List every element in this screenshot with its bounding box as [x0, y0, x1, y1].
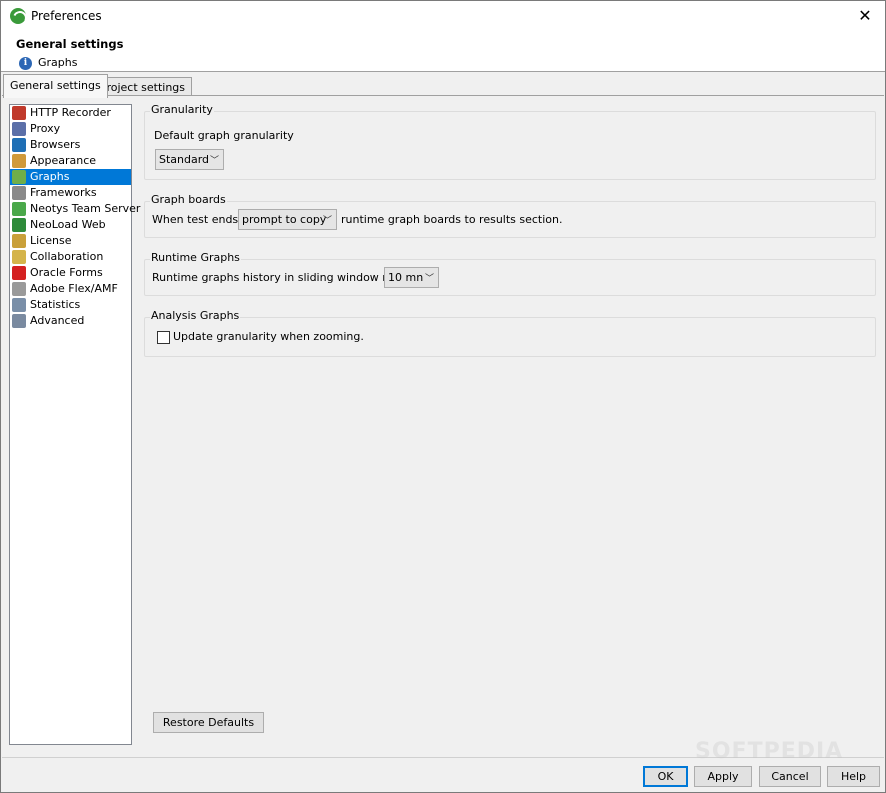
preferences-window: Preferences ✕ General settings i Graphs … — [0, 0, 886, 793]
sidebar-item-label: Frameworks — [30, 186, 97, 199]
header-title: General settings — [16, 37, 124, 51]
tab-general-settings[interactable]: General settings — [3, 74, 108, 98]
graph-boards-title: Graph boards — [150, 193, 227, 206]
neoload-app-icon — [10, 8, 26, 24]
sidebar-item-label: Advanced — [30, 314, 85, 327]
analysis-graphs-title: Analysis Graphs — [150, 309, 241, 322]
granularity-value: Standard — [159, 153, 210, 166]
sidebar-item-statistics[interactable]: Statistics — [10, 297, 131, 313]
preferences-category-list: HTTP Recorder Proxy Browsers Appearance Grap… — [9, 104, 140, 745]
ok-button[interactable]: OK — [643, 766, 688, 787]
header-subtitle: Graphs — [38, 56, 78, 69]
granularity-label: Default graph granularity — [154, 129, 294, 142]
sidebar-item-oracle-forms[interactable]: Oracle Forms — [10, 265, 131, 281]
sidebar-item-label: Graphs — [30, 170, 70, 183]
sidebar-item-browsers[interactable]: Browsers — [10, 137, 131, 153]
sidebar-item-label: Statistics — [30, 298, 81, 311]
neotys-icon — [12, 202, 26, 216]
sidebar-item-label: Neotys Team Server — [30, 202, 141, 215]
apply-button[interactable]: Apply — [694, 766, 752, 787]
flex-icon — [12, 282, 26, 296]
update-granularity-checkbox[interactable] — [157, 331, 170, 344]
graph-boards-label-after: runtime graph boards to results section. — [341, 213, 563, 226]
settings-header: General settings i Graphs — [1, 32, 885, 72]
runtime-graphs-value: 10 mn — [388, 271, 424, 284]
sidebar-item-frameworks[interactable]: Frameworks — [10, 185, 131, 201]
sidebar-item-http-recorder[interactable]: HTTP Recorder — [10, 105, 131, 121]
help-button[interactable]: Help — [827, 766, 880, 787]
proxy-icon — [12, 122, 26, 136]
sidebar-item-label: HTTP Recorder — [30, 106, 111, 119]
granularity-title: Granularity — [150, 103, 214, 116]
graph-boards-label-before: When test ends, — [152, 213, 242, 226]
gears-icon — [12, 186, 26, 200]
sidebar-item-label: Collaboration — [30, 250, 104, 263]
sidebar-item-collaboration[interactable]: Collaboration — [10, 249, 131, 265]
softpedia-watermark: SOFTPEDIA — [695, 739, 844, 764]
sidebar-item-proxy[interactable]: Proxy — [10, 121, 131, 137]
analysis-graphs-group: Analysis Graphs Update granularity when … — [144, 309, 876, 357]
sidebar-item-license[interactable]: License — [10, 233, 131, 249]
update-granularity-label: Update granularity when zooming. — [173, 330, 364, 343]
chevron-down-icon: ﹀ — [322, 216, 332, 226]
close-button[interactable]: ✕ — [853, 5, 877, 27]
sidebar-item-advanced[interactable]: Advanced — [10, 313, 131, 329]
sidebar-item-adobe-flex-amf[interactable]: Adobe Flex/AMF — [10, 281, 131, 297]
granularity-group: Granularity Default graph granularity St… — [144, 103, 876, 180]
runtime-graphs-dropdown[interactable]: 10 mn ﹀ — [384, 267, 439, 288]
graph-boards-dropdown[interactable]: prompt to copy ﹀ — [238, 209, 337, 230]
sidebar-item-label: Adobe Flex/AMF — [30, 282, 118, 295]
title-bar: Preferences ✕ — [1, 1, 885, 32]
neoload-web-icon — [12, 218, 26, 232]
info-icon: i — [19, 57, 32, 70]
sidebar-item-label: Oracle Forms — [30, 266, 103, 279]
tab-panel — [2, 95, 884, 755]
restore-defaults-button[interactable]: Restore Defaults — [153, 712, 264, 733]
window-title: Preferences — [31, 9, 102, 23]
key-icon — [12, 234, 26, 248]
cancel-button[interactable]: Cancel — [759, 766, 821, 787]
sidebar-item-neoload-web[interactable]: NeoLoad Web — [10, 217, 131, 233]
chevron-down-icon: ﹀ — [209, 156, 219, 166]
graph-boards-group: Graph boards When test ends, prompt to c… — [144, 193, 876, 238]
sidebar-item-label: NeoLoad Web — [30, 218, 106, 231]
database-icon — [12, 250, 26, 264]
oracle-icon — [12, 266, 26, 280]
runtime-graphs-group: Runtime Graphs Runtime graphs history in… — [144, 251, 876, 296]
sidebar-item-label: Browsers — [30, 138, 81, 151]
sidebar-item-label: Appearance — [30, 154, 97, 167]
gear-icon — [12, 314, 26, 328]
runtime-graphs-label: Runtime graphs history in sliding window… — [152, 271, 418, 284]
graph-icon — [12, 170, 26, 184]
runtime-graphs-title: Runtime Graphs — [150, 251, 241, 264]
sidebar-item-label: License — [30, 234, 72, 247]
sidebar-item-graphs[interactable]: Graphs — [10, 169, 131, 185]
sidebar-item-neotys-team-server[interactable]: Neotys Team Server — [10, 201, 140, 217]
chevron-down-icon: ﹀ — [424, 274, 434, 284]
globe-icon — [12, 138, 26, 152]
tab-project-settings[interactable]: Project settings — [93, 77, 192, 96]
palette-icon — [12, 154, 26, 168]
statistics-icon — [12, 298, 26, 312]
recorder-icon — [12, 106, 26, 120]
granularity-dropdown[interactable]: Standard ﹀ — [155, 149, 224, 170]
sidebar-item-appearance[interactable]: Appearance — [10, 153, 131, 169]
sidebar-item-label: Proxy — [30, 122, 61, 135]
graph-boards-value: prompt to copy — [242, 213, 327, 226]
